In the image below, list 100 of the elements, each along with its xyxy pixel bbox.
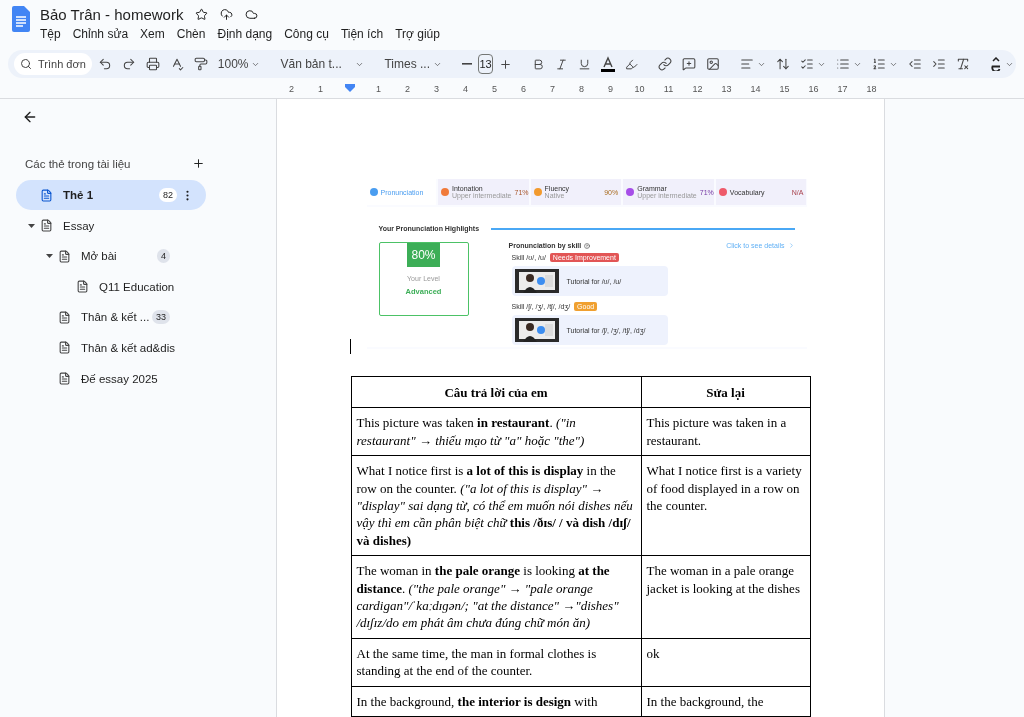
tab-label: Essay	[63, 219, 95, 232]
ruler-number: 6	[520, 84, 527, 96]
cloud-icon[interactable]	[245, 8, 259, 21]
clear-format-icon	[955, 57, 970, 71]
table-cell: At the same time, the man in formal clothes is standing at the end of the counter.	[351, 638, 641, 687]
ruler-number: 15	[778, 84, 791, 96]
tab-item[interactable]: Thẻ 1 82	[16, 180, 206, 210]
ruler-number: 5	[491, 84, 498, 96]
ruler-number: 18	[865, 84, 878, 96]
checklist-icon	[799, 57, 814, 71]
table-cell: In the background, the	[641, 686, 810, 717]
minus-icon	[462, 63, 473, 65]
document-title[interactable]: Bảo Trân - homework	[40, 6, 184, 23]
comment-icon	[681, 57, 696, 71]
table-cell: The woman in the pale orange is looking at the distance. ("the pale orange" → "pale orange cardigan"/ˈkaːdɪɡən/; "at the distance" →"dishes" /dɪʃɪz/do em phát âm chưa đúng chữ món ăn)	[351, 555, 641, 639]
menu-item[interactable]: Định dạng	[217, 27, 273, 41]
tab-label: Thẻ 1	[63, 189, 94, 201]
document-icon	[58, 249, 71, 263]
document-icon	[58, 310, 71, 324]
count-badge: 82	[159, 188, 177, 202]
tab-label: Đế essay 2025	[81, 372, 158, 385]
menu-item[interactable]: Chèn	[176, 27, 206, 41]
italic-icon	[554, 57, 568, 71]
ruler-number: 10	[633, 84, 646, 96]
ruler-number: 11	[662, 84, 675, 96]
line-spacing-icon	[775, 57, 790, 71]
column-header: Câu trả lời của em	[351, 376, 641, 408]
bullet-list-icon	[835, 57, 850, 71]
text-color-icon	[600, 56, 615, 72]
font-select[interactable]: Times ...	[380, 52, 447, 76]
paint-roller-icon	[193, 57, 208, 71]
align-left-icon	[739, 57, 754, 71]
add-icon[interactable]	[192, 157, 205, 170]
accent-letter-icon	[989, 57, 1002, 71]
ruler-number: 12	[691, 84, 704, 96]
image-icon	[705, 57, 720, 71]
ruler-number: 7	[549, 84, 556, 96]
numbered-list-icon	[871, 57, 886, 71]
sidebar-heading: Các thẻ trong tài liệu	[25, 157, 131, 170]
table-cell: ok	[641, 638, 810, 687]
table-cell: This picture was taken in restaurant. ("in restaurant" → thiếu mạo từ "a" hoặc "the")	[351, 407, 641, 456]
ruler-number: 14	[749, 84, 762, 96]
document-icon	[40, 188, 53, 202]
document-icon	[58, 372, 71, 386]
printer-icon	[145, 57, 160, 71]
tab-item[interactable]: Thân & kết ad&dis	[16, 332, 206, 363]
table-cell: This picture was taken in a restaurant.	[641, 407, 810, 456]
move-icon[interactable]	[220, 8, 234, 21]
undo-icon	[97, 57, 112, 71]
indent-marker-icon[interactable]	[344, 84, 355, 92]
menu-item[interactable]: Tệp	[40, 27, 61, 41]
menu-item[interactable]: Tiện ích	[340, 27, 384, 41]
plus-icon	[498, 57, 512, 71]
count-badge: 33	[152, 310, 170, 325]
ruler-number: 2	[288, 84, 295, 96]
search-icon	[20, 58, 32, 70]
zoom-select[interactable]: 100%	[213, 52, 265, 76]
document-icon	[76, 280, 89, 294]
document-icon	[58, 341, 71, 355]
text-cursor	[350, 338, 351, 355]
ruler-number: 1	[317, 84, 324, 96]
redo-icon	[121, 57, 136, 71]
ruler-number: 9	[607, 84, 614, 96]
tab-label: Thân & kết ad&dis	[81, 341, 175, 354]
search-field[interactable]: Trình đơn	[14, 53, 92, 75]
ruler-number: 4	[462, 84, 469, 96]
indent-decrease-icon	[907, 57, 922, 71]
tab-item[interactable]: Đế essay 2025	[16, 363, 206, 394]
score-value: 80%	[407, 243, 440, 267]
star-icon[interactable]	[195, 8, 209, 21]
menu-item[interactable]: Công cụ	[284, 27, 329, 41]
tab-item[interactable]: Essay	[16, 210, 206, 241]
column-header: Sửa lại	[641, 376, 810, 408]
table-cell: What I notice first is a variety of food displayed in a row on the counter.	[641, 455, 810, 556]
tab-label: Mở bài	[81, 250, 117, 263]
back-icon[interactable]	[22, 109, 38, 125]
link-icon	[657, 57, 672, 71]
tab-item[interactable]: Thân & kết ... 33	[16, 302, 206, 333]
font-size-field[interactable]: 13	[478, 54, 493, 74]
help-icon	[584, 242, 591, 249]
count-badge: 4	[157, 249, 170, 264]
menu-item[interactable]: Chỉnh sửa	[72, 27, 129, 41]
menu-item[interactable]: Xem	[140, 27, 165, 41]
table-cell: In the background, the interior is design with	[351, 686, 641, 717]
menu-item[interactable]: Trợ giúp	[395, 27, 440, 41]
ruler-number: 17	[836, 84, 849, 96]
chevron-icon	[787, 242, 795, 249]
tab-item[interactable]: Q11 Education	[16, 271, 206, 302]
ruler-number: 13	[720, 84, 733, 96]
docs-logo-icon[interactable]	[12, 6, 30, 32]
indent-increase-icon	[931, 57, 946, 71]
style-select[interactable]: Văn bản t...	[276, 52, 369, 76]
highlighter-icon	[624, 57, 638, 71]
table-cell: What I notice first is a lot of this is display in the row on the counter. ("a lot of this is display" → "display" sai dạng từ, có thể em muốn nói dishes nếu vậy thì em cần phân biệt chữ this /ðɪs/ / và dish /dɪʃ/ và dishes)	[351, 455, 641, 556]
underline-icon	[577, 57, 591, 71]
tab-label: Q11 Education	[99, 280, 175, 293]
ruler-number: 3	[433, 84, 440, 96]
tab-item[interactable]: Mở bài 4	[16, 241, 206, 272]
document-icon	[40, 219, 53, 233]
ruler-number: 16	[807, 84, 820, 96]
